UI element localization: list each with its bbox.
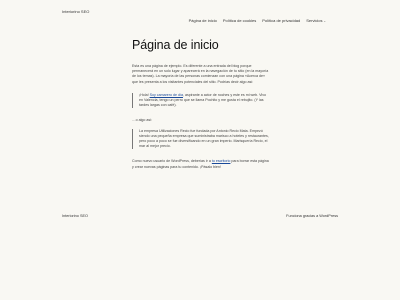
example-quote-1: ¡Hola! Soy camarero de día, aspirante a … <box>132 92 270 109</box>
site-title-link[interactable]: Interiorino SEO <box>62 9 89 14</box>
primary-navigation: Página de inicio Política de cookies Pol… <box>189 9 326 27</box>
quote-2-text: La empresa Utilizaciones Recio fue funda… <box>139 128 269 149</box>
nav-link-home[interactable]: Página de inicio <box>189 18 217 23</box>
nav-item-privacy: Política de privacidad <box>262 9 300 27</box>
quote-1-before: ¡Hola! <box>139 92 150 97</box>
nav-item-services: Servicios⌄ <box>306 9 326 27</box>
footer-site-title-link[interactable]: Interiorino SEO <box>62 214 88 218</box>
quote-1-link[interactable]: Soy camarero de día <box>150 93 183 97</box>
dashboard-link[interactable]: tu escritorio <box>212 159 231 163</box>
example-quote-2: La empresa Utilizaciones Recio fue funda… <box>132 128 270 150</box>
nav-link-cookies[interactable]: Política de cookies <box>223 18 256 23</box>
intro-paragraph: Esta es una página de ejemplo. Es difere… <box>132 64 269 84</box>
site-header: Interiorino SEO Página de inicio Polític… <box>0 0 400 24</box>
nav-link-services[interactable]: Servicios⌄ <box>306 18 326 23</box>
final-paragraph: Como nuevo usuario de WordPress, debería… <box>132 159 270 169</box>
nav-services-label: Servicios <box>306 18 323 23</box>
nav-item-cookies: Política de cookies <box>223 9 256 27</box>
nav-link-privacy[interactable]: Política de privacidad <box>262 18 300 23</box>
ellipsis-paragraph: …o algo así: <box>132 118 153 123</box>
quote-1-text: ¡Hola! Soy camarero de día, aspirante a … <box>139 93 270 109</box>
page-content: Página de inicio Esta es una página de e… <box>132 38 270 170</box>
page-title: Página de inicio <box>132 38 219 52</box>
nav-item-home: Página de inicio <box>189 9 217 27</box>
final-before: Como nuevo usuario de WordPress, debería… <box>132 159 212 164</box>
footer-credit-link[interactable]: Funciona gracias a WordPress <box>286 214 338 218</box>
chevron-down-icon[interactable]: ⌄ <box>323 19 326 23</box>
